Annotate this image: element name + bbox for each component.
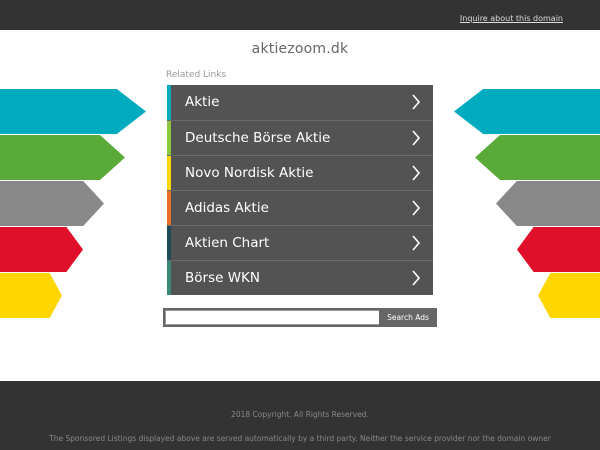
decor-arrow-right-yellow [538,273,600,318]
related-link-item[interactable]: Deutsche Börse Aktie [167,120,433,155]
top-bar: Inquire about this domain [0,0,600,30]
decor-arrow-left-gray [0,181,104,226]
related-links-heading: Related Links [166,70,227,80]
related-link-item[interactable]: Börse WKN [167,260,433,295]
decor-arrow-left-yellow [0,273,62,318]
related-link-label: Adidas Aktie [185,200,269,216]
search-ads-button[interactable]: Search Ads [379,308,437,327]
chevron-right-icon [412,270,421,286]
related-link-item[interactable]: Novo Nordisk Aktie [167,155,433,190]
chevron-right-icon [412,94,421,110]
decor-arrow-right-gray [496,181,600,226]
link-accent-bar [167,156,171,190]
link-accent-bar [167,226,171,260]
related-link-label: Novo Nordisk Aktie [185,165,314,181]
decor-arrow-left-teal [0,89,146,134]
link-accent-bar [167,261,171,295]
search-input[interactable] [165,310,383,325]
related-link-label: Börse WKN [185,270,261,286]
decor-arrow-right-green [475,135,600,180]
chevron-right-icon [412,235,421,251]
search-bar: Search Ads [163,308,437,327]
decor-arrow-right-teal [454,89,600,134]
related-link-label: Aktien Chart [185,235,270,251]
related-links-list: Aktie Deutsche Börse Aktie Novo Nordisk … [167,85,433,295]
related-link-item[interactable]: Adidas Aktie [167,190,433,225]
decor-arrow-right-red [517,227,600,272]
link-accent-bar [167,85,171,120]
chevron-right-icon [412,200,421,216]
link-accent-bar [167,191,171,225]
link-accent-bar [167,121,171,155]
decor-arrow-left-red [0,227,83,272]
chevron-right-icon [412,165,421,181]
disclaimer-text: The Sponsored Listings displayed above a… [49,434,551,443]
chevron-right-icon [412,130,421,146]
footer: 2018 Copyright. All Rights Reserved. The… [0,381,600,450]
decor-arrow-left-green [0,135,125,180]
related-link-item[interactable]: Aktie [167,85,433,120]
related-link-item[interactable]: Aktien Chart [167,225,433,260]
related-link-label: Deutsche Börse Aktie [185,130,331,146]
copyright-text: 2018 Copyright. All Rights Reserved. [231,410,369,419]
related-link-label: Aktie [185,94,220,110]
domain-title: aktiezoom.dk [251,41,349,57]
inquire-domain-link[interactable]: Inquire about this domain [460,14,563,23]
